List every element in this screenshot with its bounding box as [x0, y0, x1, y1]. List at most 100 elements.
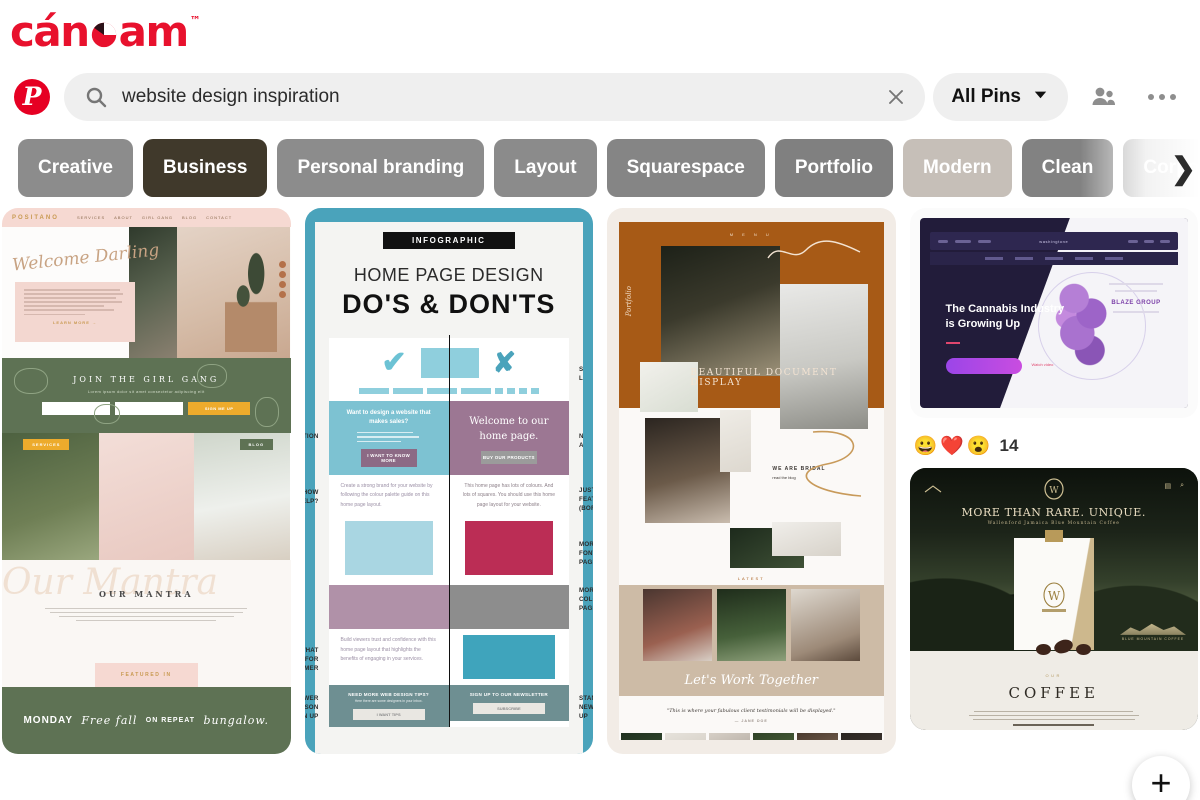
positano-hero-card: LEARN MORE →	[14, 281, 136, 342]
filter-chip-business[interactable]: Business	[143, 138, 268, 197]
positano-mantra-section: Our Mantra OUR MANTRA	[2, 560, 291, 653]
filter-chip-creative[interactable]: Creative	[18, 138, 133, 197]
cart-icon: ▤	[1164, 483, 1172, 490]
coffee-subheading: Wallenford Jamaica Blue Mountain Coffee	[987, 521, 1120, 526]
right-body-text: This home page has lots of colours. And …	[462, 482, 556, 508]
pin-card-positano[interactable]: POSITANO SERVICES ABOUT GIRL GANG BLOG CON…	[2, 208, 291, 754]
pin-card-infographic[interactable]: INFOGRAPHIC HOME PAGE DESIGN DO'S & DON'…	[304, 208, 593, 754]
pin-column-4: washingtone The Cannabis Industry is Gro…	[909, 208, 1199, 800]
filter-chip-corporate[interactable]: Corporate	[1123, 138, 1200, 197]
trademark-symbol: ™	[189, 14, 201, 27]
annotation-benefit-help: BENEFIT: HOW CAN YOU HELP?	[304, 488, 319, 505]
search-input[interactable]	[122, 86, 868, 108]
right-cta-button: BUY OUR PRODUCTS	[480, 451, 537, 464]
filter-chip-personal-branding[interactable]: Personal branding	[277, 138, 485, 197]
positano-navbar: POSITANO SERVICES ABOUT GIRL GANG BLOG CON…	[2, 208, 291, 228]
canheam-logo[interactable]: cán am ™	[10, 7, 201, 56]
infographic-left-body-cell: Create a strong brand for your website b…	[305, 475, 449, 586]
positano-band-sub: Lorem ipsum dolor sit amet consectetur a…	[87, 389, 205, 395]
left-swatch-purple	[328, 585, 449, 630]
pin-card-coffee[interactable]: W ▤ ⌕ MORE THAN RARE. UNIQUE. Wallenford…	[909, 468, 1198, 730]
infographic-right-cta: Welcome to our home page. BUY OUR PRODUC…	[448, 401, 593, 475]
positano-band-button: SIGN ME UP	[188, 402, 251, 416]
right-swatch-red	[464, 521, 553, 576]
annotation-benefit-customer: BENEFIT: WHAT YOU CAN DO FOR YOUR CUSTOM…	[304, 647, 319, 673]
right-swatch-gray	[448, 585, 569, 630]
portfolio-script-text: Let's Work Together	[684, 673, 818, 688]
infographic-right-teal-cell	[449, 629, 569, 685]
infographic-right-body-cell: This home page has lots of colours. And …	[449, 475, 593, 586]
annotation-social-media: SOCIAL MEDIA LINKS IN HEADER	[579, 366, 593, 382]
portfolio-hero: M E N U Portfolio BEAUTIFUL DOCUMENT DIS…	[619, 222, 884, 429]
pinterest-logo-icon[interactable]: P	[14, 79, 50, 115]
search-icon	[84, 85, 108, 109]
portfolio-gallery-3	[790, 589, 860, 661]
positano-band-title: JOIN THE GIRL GANG	[73, 375, 220, 385]
reaction-emoji-1[interactable]: 😀	[914, 437, 938, 456]
cannabis-cta-secondary: Watch video	[1031, 362, 1054, 367]
filter-chip-portfolio[interactable]: Portfolio	[774, 138, 893, 197]
coffee-mountain-range: BLUE MOUNTAIN COFFEE	[1120, 622, 1186, 641]
portfolio-mid-section: WE ARE BRIDAL read the blog	[619, 408, 884, 528]
portfolio-quote-text: "This is where your fabulous client test…	[666, 708, 836, 714]
annotation-call-to-action: CALL TO ACTION	[304, 433, 319, 440]
cannabis-heading-line1: The Cannabis Industry	[945, 303, 1065, 315]
more-options-icon[interactable]	[1140, 75, 1184, 119]
filter-chip-clean[interactable]: Clean	[1021, 138, 1114, 197]
coffee-section-title: COFFEE	[1008, 684, 1099, 702]
infographic-title-1: HOME PAGE DESIGN	[353, 265, 544, 285]
search-field[interactable]	[64, 73, 926, 121]
pin-column-3: M E N U Portfolio BEAUTIFUL DOCUMENT DIS…	[607, 208, 896, 800]
positano-hero: Welcome Darling LEARN MORE →	[2, 227, 291, 358]
logo-text-pre: cán	[10, 7, 90, 56]
right-cta-heading: Welcome to our home page.	[469, 416, 549, 442]
reaction-emoji-2[interactable]: ❤️	[940, 437, 964, 456]
cannabis-heading-line2: is Growing Up	[945, 317, 1021, 330]
search-icon-coffee: ⌕	[1180, 482, 1184, 489]
reaction-bar[interactable]: 😀 ❤️ 😮 14	[910, 430, 1199, 456]
cannabis-right-logo: BLAZE GROUP	[1111, 300, 1161, 306]
left-footer-sub: Here there are some designers in your in…	[354, 699, 423, 704]
cannabis-site-brand: washingtone	[1039, 238, 1069, 244]
svg-text:W: W	[1049, 486, 1059, 496]
filter-chips-scroller[interactable]: Creative Business Personal branding Layout S…	[0, 138, 1200, 197]
reaction-count: 14	[999, 436, 1019, 455]
pin-card-portfolio[interactable]: M E N U Portfolio BEAUTIFUL DOCUMENT DIS…	[607, 208, 896, 754]
annotation-standard-newsletter: STANDARD NEWSLETTER SIGN UP	[579, 695, 593, 721]
positano-tag-blog: BLOG	[239, 438, 274, 450]
svg-text:W: W	[1048, 589, 1061, 603]
people-icon[interactable]	[1082, 75, 1126, 119]
left-body-text-2: Build viewers trust and confidence with …	[340, 637, 436, 663]
search-header: P All Pins	[0, 64, 1200, 130]
portfolio-gallery-1	[642, 589, 712, 661]
infographic-left-cta: Want to design a website that makes sale…	[305, 401, 449, 475]
positano-logo-row: MONDAY Free fall ON REPEAT bungalow.	[2, 686, 291, 754]
all-pins-dropdown[interactable]: All Pins	[933, 73, 1068, 121]
portfolio-testimonial: "This is where your fabulous client test…	[619, 696, 884, 733]
coffee-body-text	[961, 708, 1146, 726]
portfolio-bottom-strip	[619, 733, 884, 740]
positano-nav-links: SERVICES ABOUT GIRL GANG BLOG CONTACT	[76, 215, 233, 221]
infographic-title-2: DO'S & DON'TS	[342, 289, 556, 319]
cannabis-site-nav	[929, 252, 1178, 265]
coffee-bag-logo-icon: W	[1041, 582, 1066, 612]
plus-icon: +	[1150, 762, 1172, 800]
positano-brand: POSITANO	[12, 214, 59, 221]
cannabis-cta-button	[945, 358, 1022, 374]
cannabis-heading: The Cannabis Industry is Growing Up	[946, 302, 1065, 332]
infographic-comparison-board: ✔ ✘ SOCIAL MEDIA LINKS IN HEADER Want to…	[305, 335, 593, 728]
positano-logo-3: ON REPEAT	[145, 716, 196, 724]
cannabis-right-panel: BLAZE GROUP	[1098, 278, 1174, 318]
left-footer-heading: NEED MORE WEB DESIGN TIPS?	[348, 692, 430, 698]
filter-chip-squarespace[interactable]: Squarespace	[606, 138, 765, 197]
coffee-section-eyebrow: OUR	[1045, 673, 1062, 678]
clear-search-icon[interactable]	[881, 82, 911, 112]
annotation-just-lists: JUST LISTS FEATURES (BORING!)	[579, 486, 593, 512]
filter-chip-layout[interactable]: Layout	[494, 138, 597, 197]
reaction-emoji-3[interactable]: 😮	[967, 437, 991, 456]
positano-mantra-title: OUR MANTRA	[98, 588, 194, 599]
annotation-no-call-to-action: NO CALL TO ACTION	[579, 433, 593, 449]
filter-chip-modern[interactable]: Modern	[902, 138, 1012, 197]
infographic-left-purple-cell	[328, 585, 449, 630]
pin-card-cannabis[interactable]: washingtone The Cannabis Industry is Gro…	[909, 208, 1198, 418]
